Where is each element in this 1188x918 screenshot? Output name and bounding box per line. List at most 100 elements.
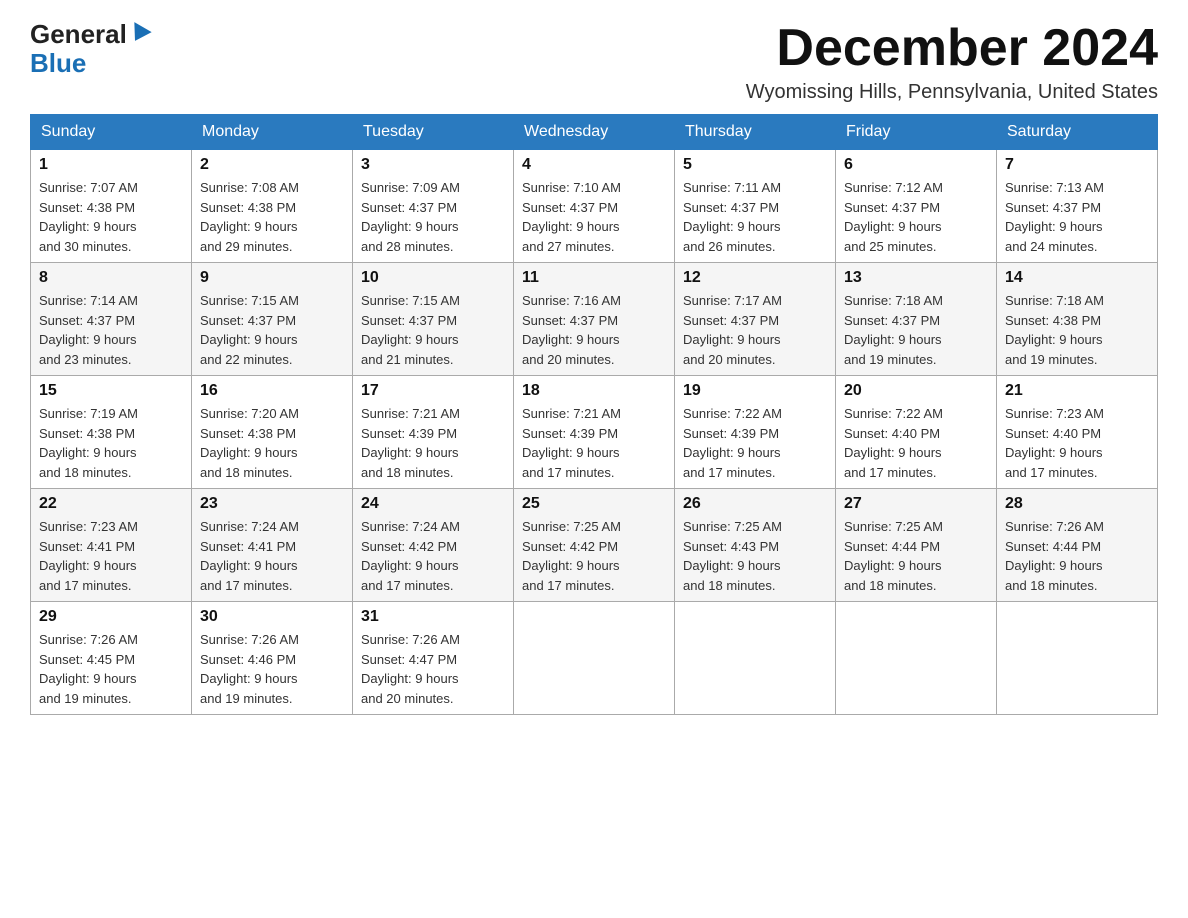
day-info: Sunrise: 7:18 AM Sunset: 4:38 PM Dayligh… bbox=[1005, 291, 1149, 369]
day-info: Sunrise: 7:24 AM Sunset: 4:42 PM Dayligh… bbox=[361, 517, 505, 595]
day-number: 9 bbox=[200, 269, 344, 287]
day-info: Sunrise: 7:21 AM Sunset: 4:39 PM Dayligh… bbox=[522, 404, 666, 482]
day-number: 30 bbox=[200, 608, 344, 626]
day-number: 31 bbox=[361, 608, 505, 626]
calendar-cell: 6 Sunrise: 7:12 AM Sunset: 4:37 PM Dayli… bbox=[836, 150, 997, 263]
day-of-week-header: Saturday bbox=[997, 115, 1158, 150]
calendar-cell: 25 Sunrise: 7:25 AM Sunset: 4:42 PM Dayl… bbox=[514, 489, 675, 602]
day-number: 29 bbox=[39, 608, 183, 626]
day-info: Sunrise: 7:18 AM Sunset: 4:37 PM Dayligh… bbox=[844, 291, 988, 369]
calendar-cell: 20 Sunrise: 7:22 AM Sunset: 4:40 PM Dayl… bbox=[836, 376, 997, 489]
calendar-week-row: 22 Sunrise: 7:23 AM Sunset: 4:41 PM Dayl… bbox=[31, 489, 1158, 602]
calendar-cell: 29 Sunrise: 7:26 AM Sunset: 4:45 PM Dayl… bbox=[31, 602, 192, 715]
calendar-cell: 23 Sunrise: 7:24 AM Sunset: 4:41 PM Dayl… bbox=[192, 489, 353, 602]
day-number: 2 bbox=[200, 156, 344, 174]
logo-blue-text: Blue bbox=[30, 49, 86, 78]
logo-triangle-icon bbox=[126, 22, 151, 46]
calendar-cell bbox=[836, 602, 997, 715]
calendar-cell: 18 Sunrise: 7:21 AM Sunset: 4:39 PM Dayl… bbox=[514, 376, 675, 489]
calendar-cell: 17 Sunrise: 7:21 AM Sunset: 4:39 PM Dayl… bbox=[353, 376, 514, 489]
day-info: Sunrise: 7:19 AM Sunset: 4:38 PM Dayligh… bbox=[39, 404, 183, 482]
day-info: Sunrise: 7:22 AM Sunset: 4:39 PM Dayligh… bbox=[683, 404, 827, 482]
logo: General Blue bbox=[30, 20, 149, 77]
calendar-cell: 31 Sunrise: 7:26 AM Sunset: 4:47 PM Dayl… bbox=[353, 602, 514, 715]
calendar-cell: 9 Sunrise: 7:15 AM Sunset: 4:37 PM Dayli… bbox=[192, 263, 353, 376]
day-number: 17 bbox=[361, 382, 505, 400]
location-title: Wyomissing Hills, Pennsylvania, United S… bbox=[746, 81, 1158, 104]
day-of-week-header: Thursday bbox=[675, 115, 836, 150]
title-area: December 2024 Wyomissing Hills, Pennsylv… bbox=[746, 20, 1158, 104]
day-info: Sunrise: 7:10 AM Sunset: 4:37 PM Dayligh… bbox=[522, 178, 666, 256]
calendar-week-row: 29 Sunrise: 7:26 AM Sunset: 4:45 PM Dayl… bbox=[31, 602, 1158, 715]
calendar-cell: 22 Sunrise: 7:23 AM Sunset: 4:41 PM Dayl… bbox=[31, 489, 192, 602]
day-info: Sunrise: 7:20 AM Sunset: 4:38 PM Dayligh… bbox=[200, 404, 344, 482]
calendar-cell bbox=[514, 602, 675, 715]
day-number: 27 bbox=[844, 495, 988, 513]
day-info: Sunrise: 7:26 AM Sunset: 4:45 PM Dayligh… bbox=[39, 630, 183, 708]
calendar-cell: 3 Sunrise: 7:09 AM Sunset: 4:37 PM Dayli… bbox=[353, 150, 514, 263]
day-number: 16 bbox=[200, 382, 344, 400]
calendar-cell bbox=[675, 602, 836, 715]
calendar-body: 1 Sunrise: 7:07 AM Sunset: 4:38 PM Dayli… bbox=[31, 150, 1158, 715]
calendar-cell: 15 Sunrise: 7:19 AM Sunset: 4:38 PM Dayl… bbox=[31, 376, 192, 489]
calendar-cell: 7 Sunrise: 7:13 AM Sunset: 4:37 PM Dayli… bbox=[997, 150, 1158, 263]
calendar-cell: 14 Sunrise: 7:18 AM Sunset: 4:38 PM Dayl… bbox=[997, 263, 1158, 376]
calendar-header: SundayMondayTuesdayWednesdayThursdayFrid… bbox=[31, 115, 1158, 150]
day-number: 3 bbox=[361, 156, 505, 174]
day-info: Sunrise: 7:08 AM Sunset: 4:38 PM Dayligh… bbox=[200, 178, 344, 256]
day-info: Sunrise: 7:15 AM Sunset: 4:37 PM Dayligh… bbox=[200, 291, 344, 369]
day-number: 23 bbox=[200, 495, 344, 513]
day-info: Sunrise: 7:23 AM Sunset: 4:40 PM Dayligh… bbox=[1005, 404, 1149, 482]
day-info: Sunrise: 7:22 AM Sunset: 4:40 PM Dayligh… bbox=[844, 404, 988, 482]
day-info: Sunrise: 7:24 AM Sunset: 4:41 PM Dayligh… bbox=[200, 517, 344, 595]
calendar-cell: 12 Sunrise: 7:17 AM Sunset: 4:37 PM Dayl… bbox=[675, 263, 836, 376]
day-of-week-header: Friday bbox=[836, 115, 997, 150]
month-title: December 2024 bbox=[746, 20, 1158, 77]
day-info: Sunrise: 7:15 AM Sunset: 4:37 PM Dayligh… bbox=[361, 291, 505, 369]
calendar-cell: 1 Sunrise: 7:07 AM Sunset: 4:38 PM Dayli… bbox=[31, 150, 192, 263]
day-number: 10 bbox=[361, 269, 505, 287]
day-of-week-header: Wednesday bbox=[514, 115, 675, 150]
page-header: General Blue December 2024 Wyomissing Hi… bbox=[30, 20, 1158, 104]
day-number: 8 bbox=[39, 269, 183, 287]
day-number: 11 bbox=[522, 269, 666, 287]
calendar-cell: 30 Sunrise: 7:26 AM Sunset: 4:46 PM Dayl… bbox=[192, 602, 353, 715]
day-number: 26 bbox=[683, 495, 827, 513]
day-info: Sunrise: 7:16 AM Sunset: 4:37 PM Dayligh… bbox=[522, 291, 666, 369]
calendar-cell bbox=[997, 602, 1158, 715]
day-number: 1 bbox=[39, 156, 183, 174]
day-info: Sunrise: 7:14 AM Sunset: 4:37 PM Dayligh… bbox=[39, 291, 183, 369]
day-number: 24 bbox=[361, 495, 505, 513]
calendar-cell: 26 Sunrise: 7:25 AM Sunset: 4:43 PM Dayl… bbox=[675, 489, 836, 602]
day-number: 12 bbox=[683, 269, 827, 287]
day-of-week-header: Sunday bbox=[31, 115, 192, 150]
day-info: Sunrise: 7:25 AM Sunset: 4:44 PM Dayligh… bbox=[844, 517, 988, 595]
day-info: Sunrise: 7:26 AM Sunset: 4:46 PM Dayligh… bbox=[200, 630, 344, 708]
calendar-cell: 5 Sunrise: 7:11 AM Sunset: 4:37 PM Dayli… bbox=[675, 150, 836, 263]
day-number: 25 bbox=[522, 495, 666, 513]
calendar-week-row: 1 Sunrise: 7:07 AM Sunset: 4:38 PM Dayli… bbox=[31, 150, 1158, 263]
day-info: Sunrise: 7:12 AM Sunset: 4:37 PM Dayligh… bbox=[844, 178, 988, 256]
calendar-cell: 16 Sunrise: 7:20 AM Sunset: 4:38 PM Dayl… bbox=[192, 376, 353, 489]
day-number: 28 bbox=[1005, 495, 1149, 513]
day-number: 5 bbox=[683, 156, 827, 174]
logo-general-text: General bbox=[30, 20, 127, 49]
calendar-cell: 8 Sunrise: 7:14 AM Sunset: 4:37 PM Dayli… bbox=[31, 263, 192, 376]
day-info: Sunrise: 7:09 AM Sunset: 4:37 PM Dayligh… bbox=[361, 178, 505, 256]
day-number: 6 bbox=[844, 156, 988, 174]
day-info: Sunrise: 7:07 AM Sunset: 4:38 PM Dayligh… bbox=[39, 178, 183, 256]
calendar-cell: 27 Sunrise: 7:25 AM Sunset: 4:44 PM Dayl… bbox=[836, 489, 997, 602]
calendar-cell: 11 Sunrise: 7:16 AM Sunset: 4:37 PM Dayl… bbox=[514, 263, 675, 376]
calendar-cell: 21 Sunrise: 7:23 AM Sunset: 4:40 PM Dayl… bbox=[997, 376, 1158, 489]
calendar-cell: 4 Sunrise: 7:10 AM Sunset: 4:37 PM Dayli… bbox=[514, 150, 675, 263]
day-number: 22 bbox=[39, 495, 183, 513]
day-info: Sunrise: 7:21 AM Sunset: 4:39 PM Dayligh… bbox=[361, 404, 505, 482]
day-number: 4 bbox=[522, 156, 666, 174]
day-of-week-header: Monday bbox=[192, 115, 353, 150]
calendar-cell: 13 Sunrise: 7:18 AM Sunset: 4:37 PM Dayl… bbox=[836, 263, 997, 376]
days-of-week-row: SundayMondayTuesdayWednesdayThursdayFrid… bbox=[31, 115, 1158, 150]
day-info: Sunrise: 7:26 AM Sunset: 4:47 PM Dayligh… bbox=[361, 630, 505, 708]
day-number: 21 bbox=[1005, 382, 1149, 400]
calendar-cell: 24 Sunrise: 7:24 AM Sunset: 4:42 PM Dayl… bbox=[353, 489, 514, 602]
calendar-cell: 28 Sunrise: 7:26 AM Sunset: 4:44 PM Dayl… bbox=[997, 489, 1158, 602]
